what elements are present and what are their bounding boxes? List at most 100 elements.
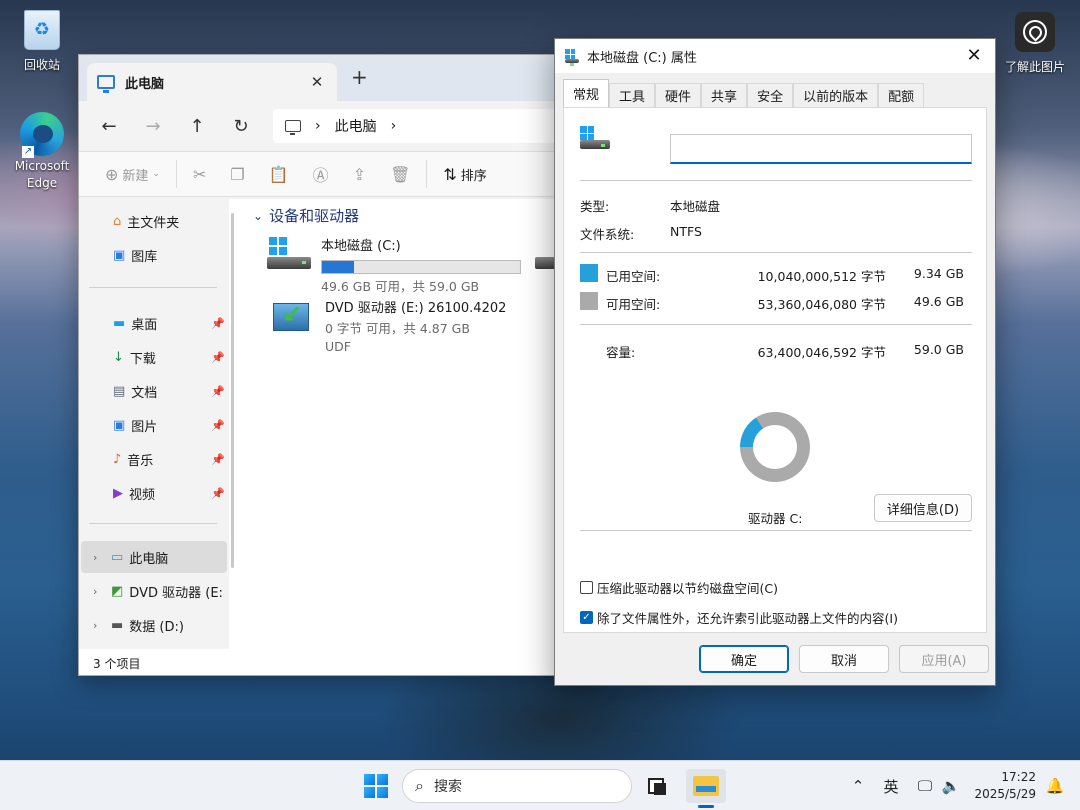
computer-icon [285, 120, 301, 135]
capacity-size: 59.0 GB [913, 342, 964, 357]
nav-dvd-drive[interactable]: › ◩ DVD 驱动器 (E: [81, 575, 227, 607]
new-button[interactable]: ⊕ 新建 ⌄ [93, 159, 172, 189]
checkbox-box[interactable]: ✓ [580, 611, 593, 624]
drive-c-usage-bar [321, 260, 521, 274]
clock-date: 2025/5/29 [974, 787, 1036, 801]
details-button[interactable]: 详细信息(D) [874, 494, 972, 522]
show-hidden-icons-button[interactable]: ⌃ [848, 769, 868, 803]
index-checkbox[interactable]: ✓ 除了文件属性外，还允许索引此驱动器上文件的内容(I) [580, 608, 898, 627]
edge-desktop-icon[interactable]: ↗ Microsoft Edge [4, 112, 80, 192]
scissors-icon: ✂ [192, 164, 207, 184]
task-view-button[interactable] [642, 769, 670, 803]
new-label: 新建 [122, 168, 149, 184]
share-button[interactable]: ⇪ [341, 159, 378, 189]
tab-quota[interactable]: 配额 [878, 83, 925, 107]
divider [580, 252, 972, 253]
clock[interactable]: 17:22 2025/5/29 [974, 769, 1036, 803]
dvd-icon: ◩ [111, 583, 124, 599]
new-tab-button[interactable]: + [351, 65, 368, 89]
nav-downloads[interactable]: ↓ 下载 📌 [113, 343, 225, 371]
taskbar-search[interactable]: ⌕ 搜索 [402, 769, 632, 803]
rename-button[interactable]: Ⓐ [301, 159, 341, 189]
paste-icon: 📋 [268, 164, 289, 184]
nav-music[interactable]: ♪ 音乐 📌 [113, 445, 225, 473]
tab-tools[interactable]: 工具 [609, 83, 656, 107]
dialog-title-bar[interactable]: 本地磁盘 (C:) 属性 ✕ [555, 39, 995, 73]
start-button[interactable] [358, 769, 394, 803]
nav-this-pc[interactable]: › ▭ 此电脑 [81, 541, 227, 573]
pin-icon: 📌 [211, 452, 225, 466]
tab-sharing[interactable]: 共享 [701, 83, 748, 107]
close-tab-icon[interactable]: ✕ [307, 73, 327, 91]
drive-c-detail: 49.6 GB 可用，共 59.0 GB [321, 279, 480, 294]
nav-desktop[interactable]: ▬ 桌面 📌 [113, 309, 225, 337]
about-picture-desktop-icon[interactable]: 了解此图片 [990, 12, 1080, 75]
delete-button[interactable]: 🗑 [378, 159, 422, 189]
tab-general[interactable]: 常规 [563, 79, 610, 107]
chevron-right-icon[interactable]: › [93, 585, 105, 598]
drive-c-item[interactable]: 本地磁盘 (C:) 49.6 GB 可用，共 59.0 GB [267, 235, 521, 295]
command-bar: ⊕ 新建 ⌄ ✂ ❐ 📋 Ⓐ ⇪ 🗑 ⇅ 排序 [79, 151, 597, 197]
file-explorer-taskbar-button[interactable] [686, 769, 726, 803]
folder-icon [693, 776, 719, 796]
cut-button[interactable]: ✂ [181, 159, 218, 189]
capacity-bytes: 63,400,046,592 字节 [757, 345, 886, 360]
input-method-indicator[interactable]: 英 [880, 769, 902, 803]
apply-button[interactable]: 应用(A) [899, 645, 989, 673]
dvd-drive-fs: UDF [325, 339, 351, 354]
tab-previous-versions[interactable]: 以前的版本 [793, 83, 879, 107]
nav-documents[interactable]: ▤ 文档 📌 [113, 377, 225, 405]
breadcrumb-this-pc[interactable]: 此电脑 [335, 116, 377, 136]
group-header[interactable]: ⌄ 设备和驱动器 [253, 205, 359, 226]
pin-icon: 📌 [211, 316, 225, 330]
volume-name-input[interactable] [670, 134, 972, 164]
notification-button[interactable]: 🔔 [1044, 769, 1066, 803]
desktop-icon: ▬ [113, 315, 126, 331]
close-button[interactable]: ✕ [961, 43, 987, 69]
tab-security[interactable]: 安全 [747, 83, 794, 107]
computer-icon [97, 75, 115, 93]
search-icon: ⌕ [415, 776, 424, 795]
content-pane: ⌄ 设备和驱动器 本地磁盘 (C:) 49.6 GB 可用，共 59.0 GB [243, 199, 597, 649]
nav-gallery[interactable]: ▣ 图库 [113, 241, 225, 269]
chevron-right-icon[interactable]: › [93, 551, 105, 564]
copy-button[interactable]: ❐ [218, 159, 256, 189]
trash-icon: 🗑 [390, 164, 411, 184]
nav-data-drive[interactable]: › ▬ 数据 (D:) [81, 609, 227, 641]
cancel-button[interactable]: 取消 [799, 645, 889, 673]
file-explorer-window: 此电脑 ✕ + ← → ↑ ↻ › 此电脑 › ⊕ 新建 ⌄ ✂ ❐ 📋 Ⓐ ⇪… [78, 54, 598, 676]
sort-button[interactable]: ⇅ 排序 [431, 159, 498, 189]
address-bar[interactable]: › 此电脑 › [273, 109, 589, 143]
network-icon[interactable]: 🖵 [914, 769, 936, 803]
dvd-drive-item[interactable]: DVD 驱动器 (E:) 26100.4202 0 字节 可用，共 4.87 G… [271, 297, 506, 354]
nav-home[interactable]: ⌂ 主文件夹 [113, 207, 225, 235]
forward-button[interactable]: → [131, 108, 175, 144]
drive-icon: ▬ [111, 617, 124, 633]
ok-button[interactable]: 确定 [699, 645, 789, 673]
volume-icon[interactable]: 🔈 [940, 769, 962, 803]
compress-checkbox[interactable]: 压缩此驱动器以节约磁盘空间(C) [580, 578, 778, 597]
nav-this-pc-label: 此电脑 [129, 551, 169, 567]
tab-hardware[interactable]: 硬件 [655, 83, 702, 107]
back-button[interactable]: ← [87, 108, 131, 144]
paste-button[interactable]: 📋 [257, 159, 301, 189]
about-picture-label: 了解此图片 [1004, 60, 1065, 74]
up-button[interactable]: ↑ [175, 108, 219, 144]
tab-this-pc[interactable]: 此电脑 ✕ [87, 63, 337, 101]
checkbox-box[interactable] [580, 581, 593, 594]
divider [89, 523, 217, 524]
local-disk-icon [267, 235, 311, 275]
navigation-pane: ⌂ 主文件夹 ▣ 图库 ▬ 桌面 📌 ↓ 下载 📌 ▤ 文档 📌 ▣ 图片 📌 … [79, 199, 229, 649]
scrollbar[interactable] [231, 213, 234, 568]
explorer-body: ⌂ 主文件夹 ▣ 图库 ▬ 桌面 📌 ↓ 下载 📌 ▤ 文档 📌 ▣ 图片 📌 … [79, 199, 597, 649]
refresh-button[interactable]: ↻ [219, 108, 263, 144]
tab-title: 此电脑 [125, 76, 165, 92]
chevron-right-icon[interactable]: › [391, 118, 397, 134]
chevron-right-icon[interactable]: › [93, 619, 105, 632]
nav-videos[interactable]: ▶ 视频 📌 [113, 479, 225, 507]
nav-pictures[interactable]: ▣ 图片 📌 [113, 411, 225, 439]
free-space-label: 可用空间: [606, 297, 661, 312]
nav-videos-label: 视频 [129, 487, 156, 503]
recycle-bin-desktop-icon[interactable]: 回收站 [4, 10, 80, 73]
music-icon: ♪ [113, 451, 122, 467]
